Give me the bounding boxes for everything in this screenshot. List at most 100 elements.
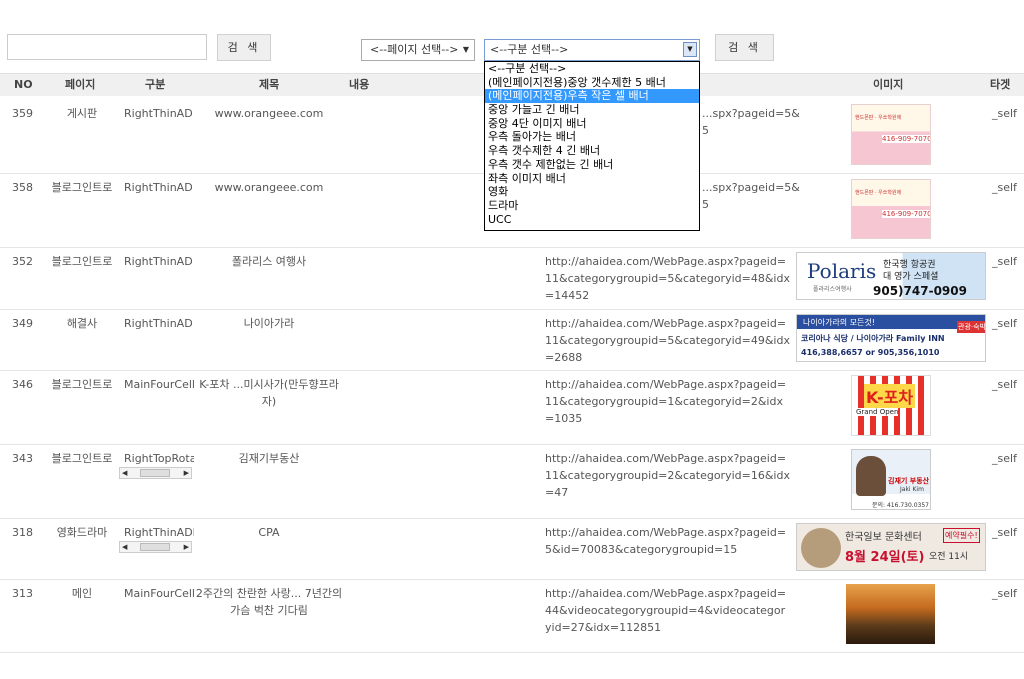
search-button[interactable]: 검 색 [217,34,271,61]
row-gubun: RightThinAD [124,255,193,268]
col-header-content: 내용 [349,78,370,91]
col-header-page: 페이지 [65,78,96,91]
row-target: _self [992,181,1017,194]
banner-thumbnail[interactable]: K-포차 Grand Open [851,375,931,436]
row-target: _self [992,452,1017,465]
banner-thumbnail[interactable]: 핸드폰판 · 우쏘학원에 416-909-7070 [851,179,931,239]
table-row[interactable]: 343 블로그인트로 RightTopRotat ◀ ▶ 김재기부동산 http… [0,444,1024,519]
row-gubun: RightThinADMı [124,526,194,539]
row-no: 359 [12,107,33,120]
row-title-link[interactable]: 김재기부동산 [194,450,344,467]
row-target: _self [992,317,1017,330]
row-target: _self [992,378,1017,391]
row-title-link[interactable]: 폴라리스 여행사 [194,253,344,270]
row-no: 349 [12,317,33,330]
row-gubun: MainFourCell [124,378,194,391]
scroll-right-icon[interactable]: ▶ [184,468,189,478]
table-row[interactable]: 318 영화드라마 RightThinADMı ◀ ▶ CPA http://a… [0,518,1024,580]
search-input[interactable] [7,34,207,60]
video-thumbnail[interactable] [846,584,935,644]
banner-thumbnail[interactable]: 김재기 부동산 Jaki Kim 문의: 416.730.0357 [851,449,931,510]
row-target: _self [992,526,1017,539]
seal-image [801,528,841,568]
category-select[interactable]: <--구분 선택--> ▼ [484,39,700,61]
agent-photo [856,456,886,496]
search-button-2[interactable]: 검 색 [715,34,774,61]
row-target: _self [992,107,1017,120]
row-gubun: RightThinAD [124,317,193,330]
row-url: http://ahaidea.com/WebPage.aspx?pageid=1… [545,452,790,499]
row-no: 343 [12,452,33,465]
col-header-target: 타겟 [990,78,1011,91]
row-no: 318 [12,526,33,539]
col-header-image: 이미지 [873,78,904,91]
page-select[interactable]: <--페이지 선택--> ▼ [361,39,475,61]
row-url: http://ahaidea.com/WebPage.aspx?pageid=4… [545,587,787,634]
dropdown-option[interactable]: 좌측 이미지 배너 [485,172,699,186]
scroll-left-icon[interactable]: ◀ [122,542,127,552]
row-url: http://ahaidea.com/WebPage.aspx?pageid=1… [545,378,787,425]
search-toolbar: 검 색 <--페이지 선택--> ▼ <--구분 선택--> ▼ 검 색 [0,0,1024,70]
dropdown-option[interactable]: 우측 갯수 제한없는 긴 배너 [485,158,699,172]
dropdown-option[interactable]: (메인페이지전용)중앙 갯수제한 5 배너 [485,76,699,90]
row-gubun: RightTopRotat [124,452,194,465]
row-url: http://ahaidea.com/WebPage.aspx?pageid=1… [545,317,790,364]
row-target: _self [992,587,1017,600]
row-page: 블로그인트로 [51,378,113,391]
row-no: 358 [12,181,33,194]
dropdown-option[interactable]: 중앙 4단 이미지 배너 [485,117,699,131]
category-dropdown-list: <--구분 선택--> (메인페이지전용)중앙 갯수제한 5 배너 (메인페이지… [484,61,700,231]
row-page: 블로그인트로 [51,181,113,194]
row-title-link[interactable]: www.orangeee.com [194,105,344,122]
dropdown-option[interactable]: UCC [485,213,699,227]
row-url: http://ahaidea.com/WebPage.aspx?pageid=1… [545,255,790,302]
row-url: http://ahaidea.com/WebPage.aspx?pageid=5… [545,526,787,556]
row-title-link[interactable]: K-포차 ...미시사가(만두향프라자) [194,376,344,410]
row-page: 메인 [71,587,93,600]
row-page: 게시판 [66,107,98,120]
col-header-title: 제목 [259,78,280,91]
table-row[interactable]: 352 블로그인트로 RightThinAD 폴라리스 여행사 http://a… [0,247,1024,310]
banner-thumbnail[interactable]: Polaris 폴라리스여행사 한국행 항공권 대 영가 스페셜 905)747… [796,252,986,300]
row-title-link[interactable]: CPA [194,524,344,541]
chevron-down-icon[interactable]: ▼ [683,42,697,57]
chevron-down-icon: ▼ [462,45,469,54]
dropdown-option[interactable]: 우측 돌아가는 배너 [485,130,699,144]
dropdown-option[interactable]: 영화 [485,185,699,199]
row-page: 블로그인트로 [51,452,113,465]
dropdown-option[interactable]: 드라마 [485,199,699,213]
banner-thumbnail[interactable]: 나이아가라의 모든것! 코리아나 식당 / 나이아가라 Family INN 4… [796,314,986,362]
row-page: 블로그인트로 [51,255,113,268]
row-no: 346 [12,378,33,391]
banner-thumbnail[interactable]: 한국일보 문화센터 8월 24일(토) 오전 11시 예약필수! [796,523,986,571]
scroll-thumb[interactable] [140,543,170,551]
row-no: 352 [12,255,33,268]
row-no: 313 [12,587,33,600]
dropdown-option[interactable]: 중앙 가늘고 긴 배너 [485,103,699,117]
dropdown-option[interactable]: <--구분 선택--> [485,62,699,76]
row-title-link[interactable]: 2주간의 찬란한 사랑... 7년간의 가슴 벅찬 기다림 [194,585,344,619]
row-page: 영화드라마 [56,526,108,539]
row-title-link[interactable]: 나이아가라 [194,315,344,332]
table-row[interactable]: 313 메인 MainFourCell 2주간의 찬란한 사랑... 7년간의 … [0,579,1024,653]
row-gubun: RightThinAD [124,107,193,120]
row-title-link[interactable]: www.orangeee.com [194,179,344,196]
dropdown-option[interactable]: 우측 갯수제한 4 긴 배너 [485,144,699,158]
scroll-left-icon[interactable]: ◀ [122,468,127,478]
table-row[interactable]: 346 블로그인트로 MainFourCell K-포차 ...미시사가(만두향… [0,370,1024,445]
col-header-gubun: 구분 [145,78,166,91]
scroll-right-icon[interactable]: ▶ [184,542,189,552]
row-page: 해결사 [66,317,98,330]
col-header-no: NO [14,78,33,91]
row-target: _self [992,255,1017,268]
row-gubun: MainFourCell [124,587,194,600]
banner-thumbnail[interactable]: 핸드폰판 · 우쏘학원에 416-909-7070 [851,104,931,165]
row-url: ...spx?pageid=5& 5 [702,181,800,211]
dropdown-option-highlighted[interactable]: (메인페이지전용)우측 작은 셀 배너 [485,89,699,104]
row-gubun: RightThinAD [124,181,193,194]
row-url: ...spx?pageid=5& 5 [702,107,800,137]
table-row[interactable]: 349 해결사 RightThinAD 나이아가라 http://ahaidea… [0,309,1024,371]
horizontal-scrollbar[interactable]: ◀ ▶ [119,541,192,553]
horizontal-scrollbar[interactable]: ◀ ▶ [119,467,192,479]
scroll-thumb[interactable] [140,469,170,477]
